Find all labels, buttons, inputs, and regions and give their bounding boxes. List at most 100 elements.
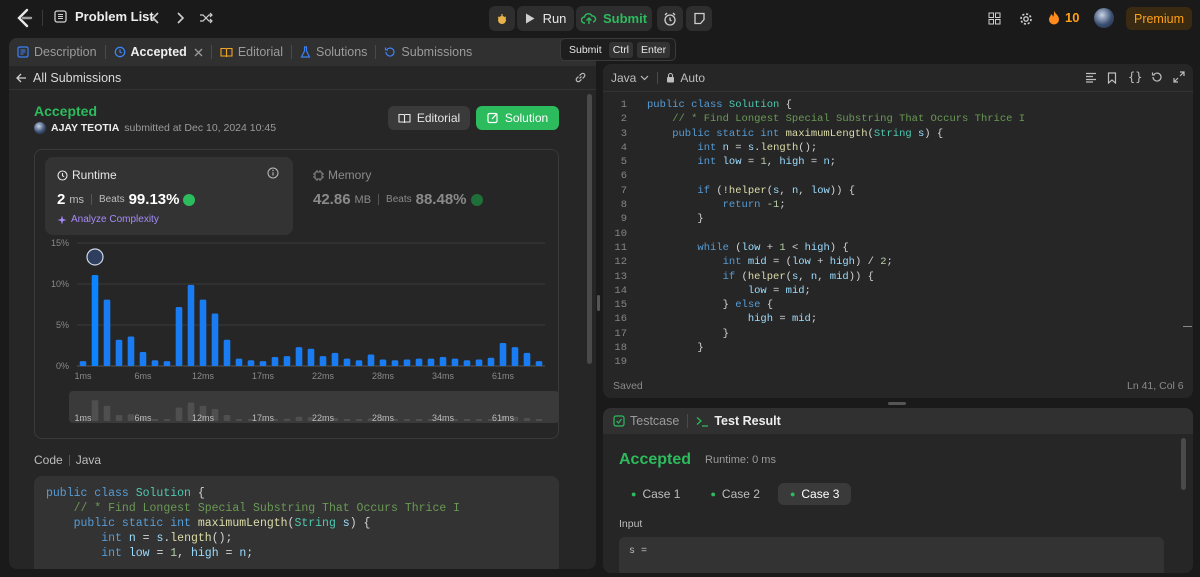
user-avatar[interactable] [1094, 8, 1114, 28]
code-line: if (helper(s, n, mid)) { [647, 270, 874, 283]
runtime-distribution-chart[interactable]: 15% 10% 5% 0% 1ms 6ms 12ms 17ms 22ms 28ms 34ms 61ms… [35, 235, 558, 440]
cursor-position: Ln 41, Col 6 [1127, 380, 1184, 392]
y-tick-label: 5% [56, 320, 69, 330]
shuffle-icon[interactable] [198, 10, 214, 26]
test-tab-bar: Testcase Test Result [603, 408, 1193, 434]
tab-testcase[interactable]: Testcase [603, 408, 687, 435]
settings-gear-icon[interactable] [1018, 11, 1033, 26]
bookmark-icon[interactable] [1107, 72, 1117, 84]
bar [439, 356, 447, 366]
bar [151, 360, 159, 366]
braces-icon[interactable]: {} [1128, 70, 1142, 84]
code-line: int n = s.length(); [647, 141, 818, 154]
memory-card[interactable]: Memory 42.86 MB Beats 88.48% [303, 157, 551, 235]
link-icon[interactable] [574, 71, 587, 84]
layout-grid-icon[interactable] [987, 11, 1001, 25]
editorial-button[interactable]: Editorial [388, 106, 470, 130]
submitted-code-block[interactable]: public class Solution { // * Find Longes… [34, 476, 559, 569]
runtime-header: Runtime [57, 168, 117, 182]
problem-list-button[interactable]: Problem List [54, 9, 154, 24]
code-line: public class Solution { [46, 487, 205, 500]
code-line: public static int maximumLength(String s… [46, 517, 371, 530]
sparkle-icon [57, 215, 67, 225]
all-submissions-label: All Submissions [33, 70, 122, 85]
mini-bar [295, 416, 303, 421]
language-select[interactable]: Java [611, 71, 649, 85]
debug-button[interactable] [489, 6, 515, 31]
bar [295, 347, 303, 366]
submitted-time: submitted at Dec 10, 2024 10:45 [124, 122, 277, 134]
solution-button[interactable]: Solution [476, 106, 559, 130]
premium-button[interactable]: Premium [1126, 7, 1192, 30]
line-number: 16 [614, 313, 627, 326]
mini-bar [463, 419, 471, 421]
auto-mode-toggle[interactable]: Auto [666, 71, 705, 85]
user-name[interactable]: AJAY TEOTIA [51, 122, 119, 134]
reset-icon[interactable] [1151, 71, 1163, 83]
bar [283, 356, 291, 366]
solution-button-label: Solution [504, 111, 549, 125]
analyze-complexity-link[interactable]: Analyze Complexity [57, 214, 159, 225]
format-icon[interactable] [1085, 72, 1097, 83]
mini-x-tick-label: 17ms [252, 413, 275, 423]
case-tab-3[interactable]: ● Case 3 [777, 483, 852, 505]
case-tab-2[interactable]: ● Case 2 [698, 483, 771, 505]
tab-description[interactable]: Description [9, 38, 105, 66]
tab-editorial[interactable]: Editorial [212, 38, 291, 66]
horizontal-resize-handle[interactable] [888, 402, 906, 405]
left-panel-scrollbar[interactable] [587, 94, 592, 364]
code-line: public class Solution { [647, 99, 792, 111]
bar [319, 356, 327, 366]
prev-problem-icon[interactable] [148, 10, 162, 26]
tab-submissions[interactable]: Submissions [376, 38, 480, 66]
y-tick-label: 10% [51, 279, 69, 289]
test-result-panel: Testcase Test Result Accepted Runtime: 0… [603, 408, 1193, 573]
pass-dot-icon: ● [789, 489, 796, 499]
case-tab-1[interactable]: ● Case 1 [619, 483, 692, 505]
line-number: 18 [614, 342, 627, 355]
timer-button[interactable] [657, 6, 683, 31]
tab-solutions[interactable]: Solutions [292, 38, 375, 66]
next-problem-icon[interactable] [174, 10, 188, 26]
fullscreen-icon[interactable] [1173, 71, 1185, 83]
vertical-resize-handle[interactable] [597, 295, 600, 311]
x-tick-label: 17ms [252, 371, 275, 381]
fire-icon [1048, 10, 1060, 25]
bar [403, 359, 411, 366]
tab-submissions-label: Submissions [401, 45, 473, 59]
list-icon [54, 10, 67, 23]
checkbox-icon [613, 415, 625, 427]
info-icon[interactable] [267, 167, 279, 179]
problem-list-label: Problem List [75, 9, 154, 24]
streak-counter[interactable]: 10 [1048, 10, 1079, 25]
mini-bar [403, 419, 411, 421]
tab-accepted[interactable]: Accepted [106, 38, 211, 66]
mini-x-tick-label: 12ms [192, 413, 215, 423]
test-panel-scrollbar[interactable] [1181, 438, 1186, 490]
editor-code[interactable]: public class Solution { // * Find Longes… [647, 98, 1167, 370]
user-marker-icon [86, 248, 104, 266]
submit-label: Submit [602, 11, 648, 26]
submit-button[interactable]: Submit [576, 6, 652, 31]
mini-bar [283, 418, 291, 421]
tab-test-result[interactable]: Test Result [688, 408, 788, 435]
line-number: 10 [614, 227, 627, 240]
memory-header: Memory [313, 168, 371, 182]
runtime-beats-label: Beats [99, 194, 125, 205]
line-number: 15 [614, 299, 627, 312]
runtime-card[interactable]: Runtime 2 ms Beats 99.13% Analyze Comple… [45, 157, 293, 235]
code-language: Java [75, 453, 102, 467]
tab-testcase-label: Testcase [630, 414, 680, 428]
mini-bar [127, 414, 135, 421]
run-button[interactable]: Run [517, 6, 574, 31]
beats-badge-icon [470, 193, 483, 206]
all-submissions-link[interactable]: All Submissions [16, 71, 121, 85]
chevron-down-icon [640, 75, 649, 81]
notes-button[interactable] [686, 6, 712, 31]
mini-bar [415, 419, 423, 421]
leetcode-logo-icon[interactable] [14, 8, 34, 28]
tab-description-label: Description [34, 45, 97, 59]
close-tab-icon[interactable] [194, 48, 203, 57]
line-number: 2 [620, 113, 627, 126]
play-icon [525, 13, 535, 24]
